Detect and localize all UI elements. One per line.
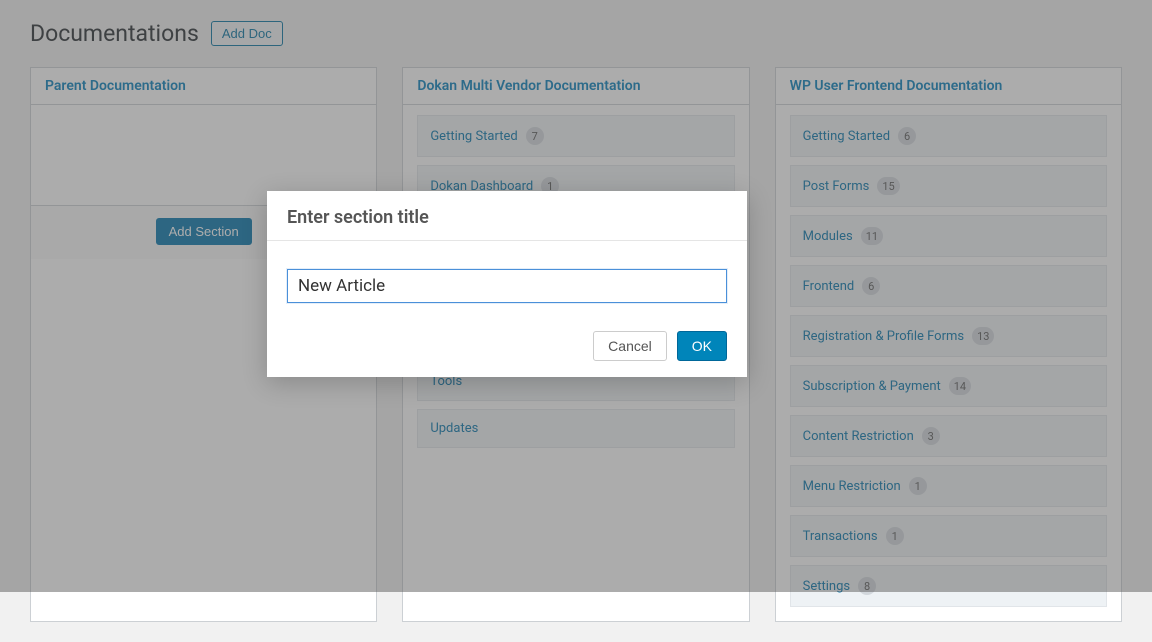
ok-button[interactable]: OK xyxy=(677,331,727,361)
section-title-modal: Enter section title Cancel OK xyxy=(267,191,747,377)
section-title-input[interactable] xyxy=(287,269,727,303)
modal-title: Enter section title xyxy=(267,191,747,241)
modal-footer: Cancel OK xyxy=(267,331,747,377)
modal-body xyxy=(267,241,747,331)
cancel-button[interactable]: Cancel xyxy=(593,331,667,361)
